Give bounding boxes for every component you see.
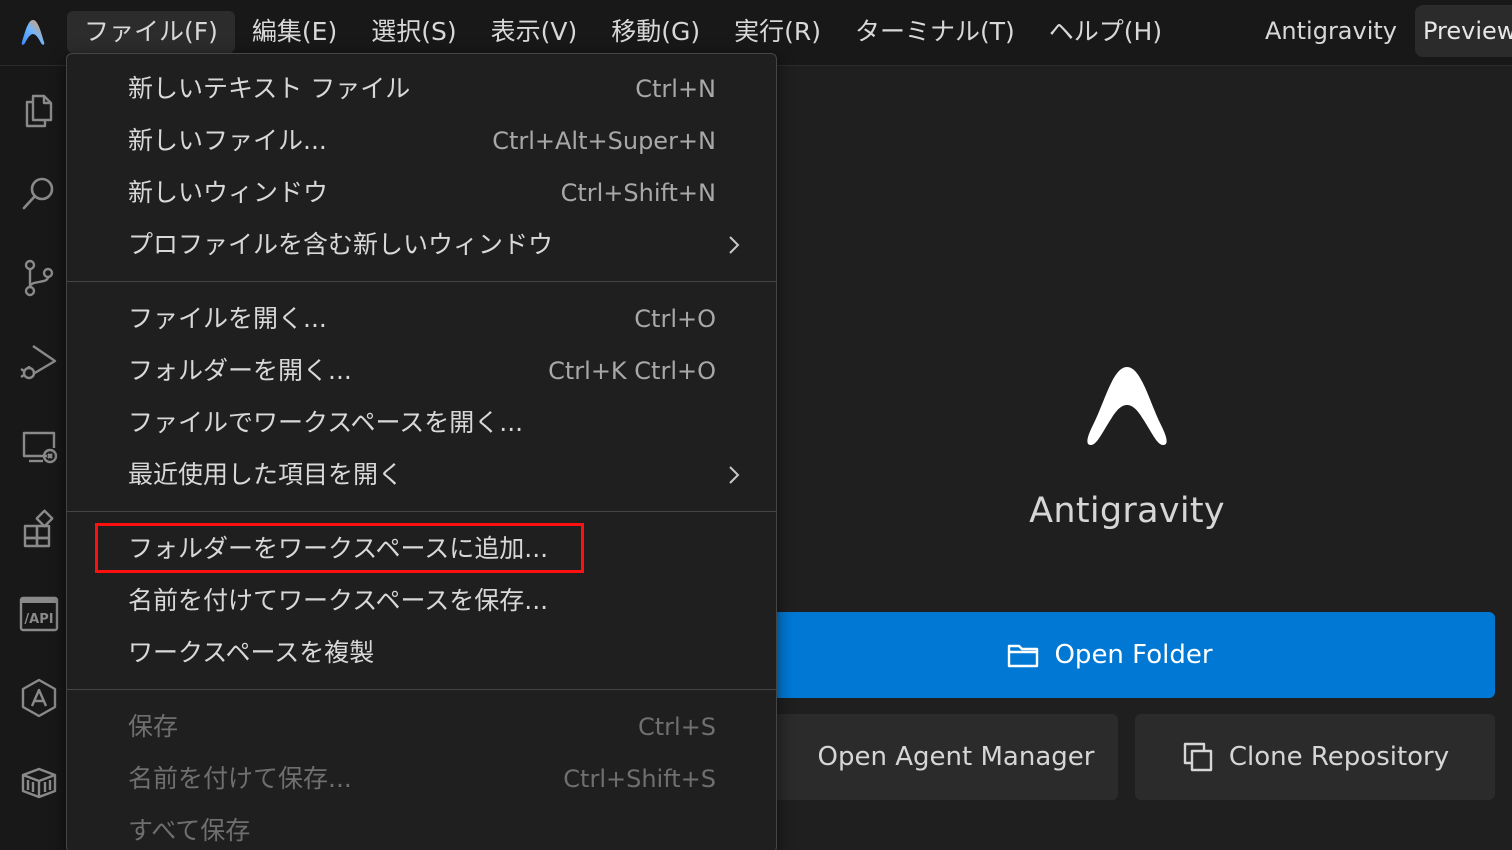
open-folder-label: Open Folder (1054, 640, 1213, 670)
menu-separator (67, 689, 776, 690)
menu-item-label: プロファイルを含む新しいウィンドウ (128, 230, 554, 259)
menu-item-label: 新しいテキスト ファイル (128, 74, 411, 103)
chevron-right-icon (722, 463, 746, 487)
menu-item-save-as[interactable]: 名前を付けて保存... Ctrl+Shift+S (67, 753, 776, 805)
menu-item-label: 保存 (128, 712, 179, 741)
menu-item-open-folder[interactable]: フォルダーを開く... Ctrl+K Ctrl+O (67, 345, 776, 397)
run-debug-icon[interactable] (17, 340, 61, 384)
menu-separator (67, 511, 776, 512)
menu-separator (67, 281, 776, 282)
menu-item-new-text-file[interactable]: 新しいテキスト ファイル Ctrl+N (67, 63, 776, 115)
file-menu-dropdown: 新しいテキスト ファイル Ctrl+N 新しいファイル... Ctrl+Alt+… (66, 53, 777, 850)
menu-edit[interactable]: 編集(E) (235, 11, 354, 53)
extensions-icon[interactable] (17, 508, 61, 552)
menu-item-open-recent[interactable]: 最近使用した項目を開く (67, 449, 776, 501)
open-agent-manager-button[interactable]: Open Agent Manager (724, 714, 1118, 800)
menu-item-new-file[interactable]: 新しいファイル... Ctrl+Alt+Super+N (67, 115, 776, 167)
clone-icon (1181, 740, 1215, 774)
menu-item-shortcut: Ctrl+S (637, 713, 716, 741)
folder-icon (1006, 638, 1040, 672)
menu-view[interactable]: 表示(V) (474, 11, 595, 53)
open-folder-button[interactable]: Open Folder (724, 612, 1495, 698)
menu-file[interactable]: ファイル(F) (67, 11, 235, 53)
menu-item-shortcut: Ctrl+O (634, 305, 716, 333)
menu-item-label: 新しいウィンドウ (128, 178, 329, 207)
menu-selection[interactable]: 選択(S) (354, 11, 473, 53)
app-window: ファイル(F) 編集(E) 選択(S) 表示(V) 移動(G) 実行(R) ター… (0, 0, 1512, 850)
menu-item-shortcut: Ctrl+N (635, 75, 716, 103)
menu-item-save-workspace-as[interactable]: 名前を付けてワークスペースを保存... (67, 575, 776, 627)
preview-badge[interactable]: Preview (1415, 5, 1512, 57)
activity-bar: /API (0, 66, 76, 850)
menu-item-shortcut: Ctrl+Shift+N (560, 179, 716, 207)
menu-item-open-workspace-from-file[interactable]: ファイルでワークスペースを開く... (67, 397, 776, 449)
agent-icon[interactable] (17, 676, 61, 720)
search-icon[interactable] (17, 172, 61, 216)
menu-item-open-file[interactable]: ファイルを開く... Ctrl+O (67, 293, 776, 345)
menu-go[interactable]: 移動(G) (594, 11, 717, 53)
menu-item-label: フォルダーをワークスペースに追加... (128, 534, 549, 563)
menu-item-label: 名前を付けてワークスペースを保存... (128, 586, 549, 615)
api-icon[interactable]: /API (17, 592, 61, 636)
remote-explorer-icon[interactable] (17, 424, 61, 468)
svg-text:/API: /API (24, 612, 53, 627)
clone-repository-button[interactable]: Clone Repository (1135, 714, 1495, 800)
menu-item-label: 最近使用した項目を開く (128, 460, 404, 489)
source-control-icon[interactable] (17, 256, 61, 300)
welcome-title: Antigravity (1029, 491, 1225, 531)
antigravity-large-logo-icon (1081, 361, 1173, 451)
menu-item-shortcut: Ctrl+K Ctrl+O (548, 357, 716, 385)
menu-item-label: ファイルを開く... (128, 304, 327, 333)
menu-item-label: ワークスペースを複製 (128, 638, 375, 667)
antigravity-logo-icon (14, 14, 52, 52)
menu-item-duplicate-workspace[interactable]: ワークスペースを複製 (67, 627, 776, 679)
menu-terminal[interactable]: ターミナル(T) (838, 11, 1032, 53)
window-title: Antigravity (1265, 17, 1397, 45)
open-agent-manager-label: Open Agent Manager (817, 742, 1095, 772)
menu-item-label: 名前を付けて保存... (128, 764, 352, 793)
explorer-icon[interactable] (17, 88, 61, 132)
menu-item-save[interactable]: 保存 Ctrl+S (67, 701, 776, 753)
menu-item-new-window[interactable]: 新しいウィンドウ Ctrl+Shift+N (67, 167, 776, 219)
menu-help[interactable]: ヘルプ(H) (1032, 11, 1179, 53)
clone-repository-label: Clone Repository (1228, 742, 1450, 772)
menu-item-label: フォルダーを開く... (128, 356, 352, 385)
chevron-right-icon (722, 233, 746, 257)
menu-bar: ファイル(F) 編集(E) 選択(S) 表示(V) 移動(G) 実行(R) ター… (67, 10, 1179, 54)
menu-item-save-all[interactable]: すべて保存 (67, 805, 776, 850)
package-icon[interactable] (17, 760, 61, 804)
menu-item-label: すべて保存 (128, 816, 251, 845)
titlebar-right: Antigravity Preview (1247, 5, 1512, 57)
menu-item-add-folder-to-workspace[interactable]: フォルダーをワークスペースに追加... (67, 523, 776, 575)
menu-item-label: ファイルでワークスペースを開く... (128, 408, 524, 437)
menu-item-shortcut: Ctrl+Alt+Super+N (492, 127, 716, 155)
menu-item-shortcut: Ctrl+Shift+S (563, 765, 716, 793)
menu-item-label: 新しいファイル... (128, 126, 327, 155)
menu-run[interactable]: 実行(R) (717, 11, 838, 53)
menu-item-new-window-with-profile[interactable]: プロファイルを含む新しいウィンドウ (67, 219, 776, 271)
